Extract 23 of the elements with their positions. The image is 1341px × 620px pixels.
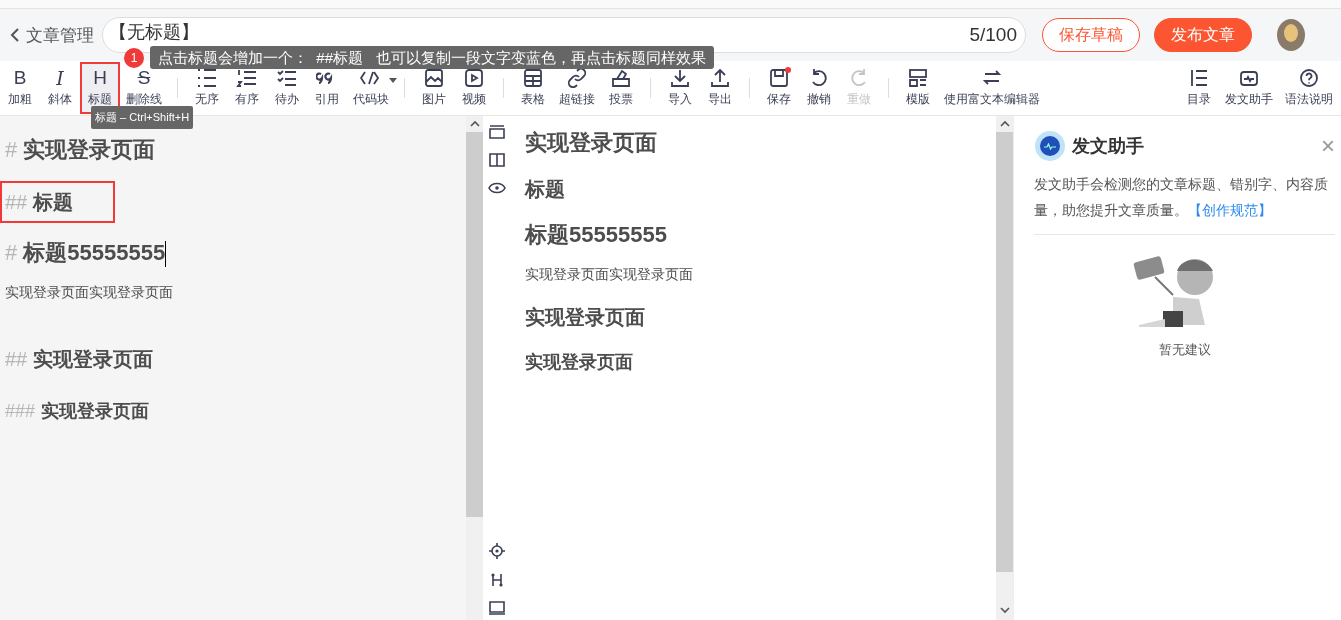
strikethrough-icon: S: [137, 68, 151, 88]
back-label: 文章管理: [26, 24, 94, 47]
heading-icon: H: [93, 68, 107, 88]
shortcut-tooltip: 标题 – Ctrl+Shift+H: [91, 106, 194, 129]
preview-heading: 实现登录页面: [525, 351, 633, 374]
editor-heading: # 实现登录页面: [5, 136, 156, 164]
empty-state-text: 暂无建议: [1157, 341, 1212, 359]
italic-icon: I: [56, 68, 64, 88]
preview-heading: 标题55555555: [525, 221, 667, 249]
editor-heading: # 标题55555555: [5, 237, 167, 269]
editor-paragraph: 实现登录页面实现登录页面: [5, 283, 173, 302]
editor-heading: ### 实现登录页面: [5, 400, 150, 423]
panel-title: 发文助手: [1072, 135, 1144, 158]
editor-heading: ## 实现登录页面: [5, 347, 154, 372]
editor-heading: ## 标题: [0, 181, 116, 223]
preview-heading: 实现登录页面: [525, 129, 657, 157]
preview-heading: 标题: [525, 177, 565, 202]
panel-description: 发文助手会检测您的文章标题、错别字、内容质量，助您提升文章质量。【创作规范】: [1034, 176, 1329, 220]
preview-paragraph: 实现登录页面实现登录页面: [525, 265, 693, 284]
hint-tooltip: 点击标题会增加一个： ##标题 也可以复制一段文字变蓝色，再点击标题同样效果: [150, 46, 714, 69]
preview-heading: 实现登录页面: [525, 305, 645, 330]
bold-icon: B: [13, 68, 27, 88]
character-counter: 5/100: [969, 24, 1017, 46]
